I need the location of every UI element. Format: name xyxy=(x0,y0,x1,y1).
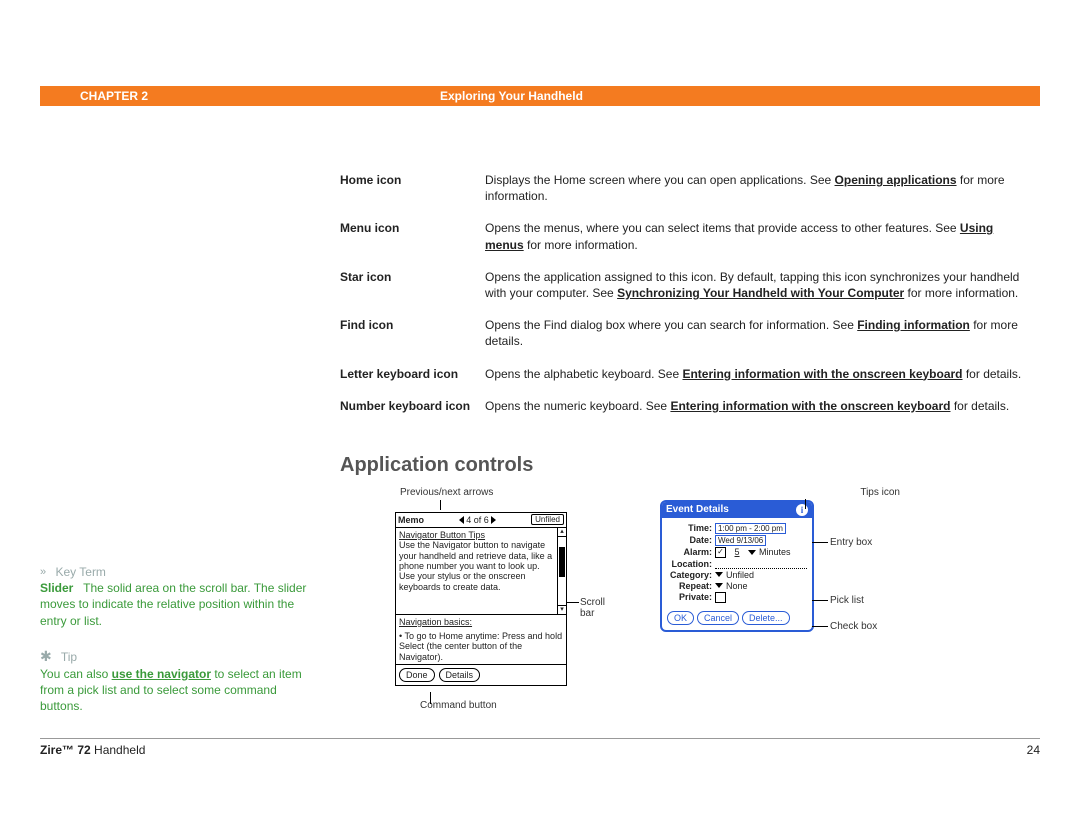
cap-prevnext: Previous/next arrows xyxy=(400,487,600,498)
definition-link[interactable]: Entering information with the onscreen k… xyxy=(670,399,950,413)
cap-cmdbtn: Command button xyxy=(420,700,600,711)
page-number: 24 xyxy=(1027,743,1040,757)
category-pick-icon[interactable] xyxy=(715,572,723,577)
repeat-label: Repeat: xyxy=(667,581,712,591)
definition-row: Menu iconOpens the menus, where you can … xyxy=(340,214,1040,262)
memo-title: Memo xyxy=(398,515,424,525)
event-figure: Tips icon Event Details i Time:1:00 pm -… xyxy=(660,487,920,711)
sidebar: » Key Term Slider The solid area on the … xyxy=(40,166,340,714)
scrollbar[interactable]: ▴ ▾ xyxy=(557,528,566,614)
definition-desc: Opens the application assigned to this i… xyxy=(485,263,1040,311)
tips-icon[interactable]: i xyxy=(796,504,808,516)
tip-heading: Tip xyxy=(61,650,77,664)
cap-tips: Tips icon xyxy=(660,487,900,498)
alarm-unit: Minutes xyxy=(759,547,791,557)
icon-definitions-table: Home iconDisplays the Home screen where … xyxy=(340,166,1040,424)
memo-sec2-h: Navigation basics: xyxy=(396,614,566,629)
date-label: Date: xyxy=(667,535,712,545)
date-entry[interactable]: Wed 9/13/06 xyxy=(715,535,766,546)
details-button[interactable]: Details xyxy=(439,668,481,682)
definition-term: Number keyboard icon xyxy=(340,392,485,424)
definition-link[interactable]: Finding information xyxy=(857,318,970,332)
definition-term: Letter keyboard icon xyxy=(340,360,485,392)
location-field[interactable] xyxy=(715,559,807,569)
tip-pre: You can also xyxy=(40,667,112,681)
definition-term: Home icon xyxy=(340,166,485,214)
definition-desc: Displays the Home screen where you can o… xyxy=(485,166,1040,214)
event-panel: Event Details i Time:1:00 pm - 2:00 pm D… xyxy=(660,500,814,632)
alarm-checkbox[interactable]: ✓ xyxy=(715,547,726,558)
category-value[interactable]: Unfiled xyxy=(726,570,754,580)
definition-desc: Opens the numeric keyboard. See Entering… xyxy=(485,392,1040,424)
time-label: Time: xyxy=(667,523,712,533)
event-title: Event Details xyxy=(666,504,729,515)
keyterm-term: Slider xyxy=(40,581,73,595)
repeat-value[interactable]: None xyxy=(726,581,748,591)
cancel-button[interactable]: Cancel xyxy=(697,611,739,625)
definition-desc: Opens the Find dialog box where you can … xyxy=(485,311,1040,359)
section-heading: Application controls xyxy=(340,454,1040,477)
figures-row: Previous/next arrows Memo 4 of 6 Unfiled xyxy=(340,487,1040,711)
repeat-pick-icon[interactable] xyxy=(715,583,723,588)
memo-category[interactable]: Unfiled xyxy=(531,514,564,525)
definition-row: Number keyboard iconOpens the numeric ke… xyxy=(340,392,1040,424)
chapter-header: CHAPTER 2 Exploring Your Handheld xyxy=(40,86,1040,106)
next-arrow-icon[interactable] xyxy=(491,516,496,524)
definition-link[interactable]: Opening applications xyxy=(835,173,957,187)
private-label: Private: xyxy=(667,592,712,602)
product-name: Zire™ 72 Handheld xyxy=(40,743,145,757)
definition-row: Letter keyboard iconOpens the alphabetic… xyxy=(340,360,1040,392)
page-footer: Zire™ 72 Handheld 24 xyxy=(40,738,1040,757)
done-button[interactable]: Done xyxy=(399,668,435,682)
chevron-right-icon: » xyxy=(40,566,46,578)
memo-panel: Memo 4 of 6 Unfiled Navigator Button Tip… xyxy=(395,512,567,686)
tip-text: You can also use the navigator to select… xyxy=(40,667,302,713)
scroll-thumb[interactable] xyxy=(559,547,565,577)
cap-pick: Pick list xyxy=(830,595,864,606)
definition-row: Star iconOpens the application assigned … xyxy=(340,263,1040,311)
prev-next-arrows[interactable]: 4 of 6 xyxy=(459,515,496,525)
cap-scrollbar: Scroll bar xyxy=(580,597,605,619)
definition-desc: Opens the alphabetic keyboard. See Enter… xyxy=(485,360,1040,392)
keyterm-text: Slider The solid area on the scroll bar.… xyxy=(40,581,306,627)
chapter-number: CHAPTER 2 xyxy=(40,89,440,103)
tip-link[interactable]: use the navigator xyxy=(112,667,211,681)
delete-button[interactable]: Delete... xyxy=(742,611,790,625)
ok-button[interactable]: OK xyxy=(667,611,694,625)
definition-term: Menu icon xyxy=(340,214,485,262)
definition-term: Star icon xyxy=(340,263,485,311)
memo-counter: 4 of 6 xyxy=(466,515,489,525)
definition-link[interactable]: Entering information with the onscreen k… xyxy=(682,367,962,381)
definition-link[interactable]: Synchronizing Your Handheld with Your Co… xyxy=(617,286,904,300)
memo-sec2-body: • To go to Home anytime: Press and hold … xyxy=(396,629,566,664)
private-checkbox[interactable] xyxy=(715,592,726,603)
scroll-up-icon[interactable]: ▴ xyxy=(558,528,566,537)
alarm-label: Alarm: xyxy=(667,547,712,557)
definition-term: Find icon xyxy=(340,311,485,359)
memo-h1: Navigator Button Tips xyxy=(399,530,554,540)
cap-entry: Entry box xyxy=(830,537,872,548)
asterisk-icon: ✱ xyxy=(40,648,52,664)
alarm-pick-icon[interactable] xyxy=(748,550,756,555)
prev-arrow-icon[interactable] xyxy=(459,516,464,524)
chapter-title: Exploring Your Handheld xyxy=(440,89,583,103)
alarm-num[interactable]: 5 xyxy=(735,547,740,557)
location-label: Location: xyxy=(667,559,712,569)
keyterm-heading: Key Term xyxy=(55,565,105,579)
category-label: Category: xyxy=(667,570,712,580)
time-entry[interactable]: 1:00 pm - 2:00 pm xyxy=(715,523,786,534)
cap-check: Check box xyxy=(830,621,877,632)
keyterm-definition: The solid area on the scroll bar. The sl… xyxy=(40,581,306,627)
definition-row: Home iconDisplays the Home screen where … xyxy=(340,166,1040,214)
definition-row: Find iconOpens the Find dialog box where… xyxy=(340,311,1040,359)
memo-figure: Previous/next arrows Memo 4 of 6 Unfiled xyxy=(340,487,600,711)
definition-desc: Opens the menus, where you can select it… xyxy=(485,214,1040,262)
scroll-down-icon[interactable]: ▾ xyxy=(558,605,566,614)
memo-body: Use the Navigator button to navigate you… xyxy=(399,540,554,592)
